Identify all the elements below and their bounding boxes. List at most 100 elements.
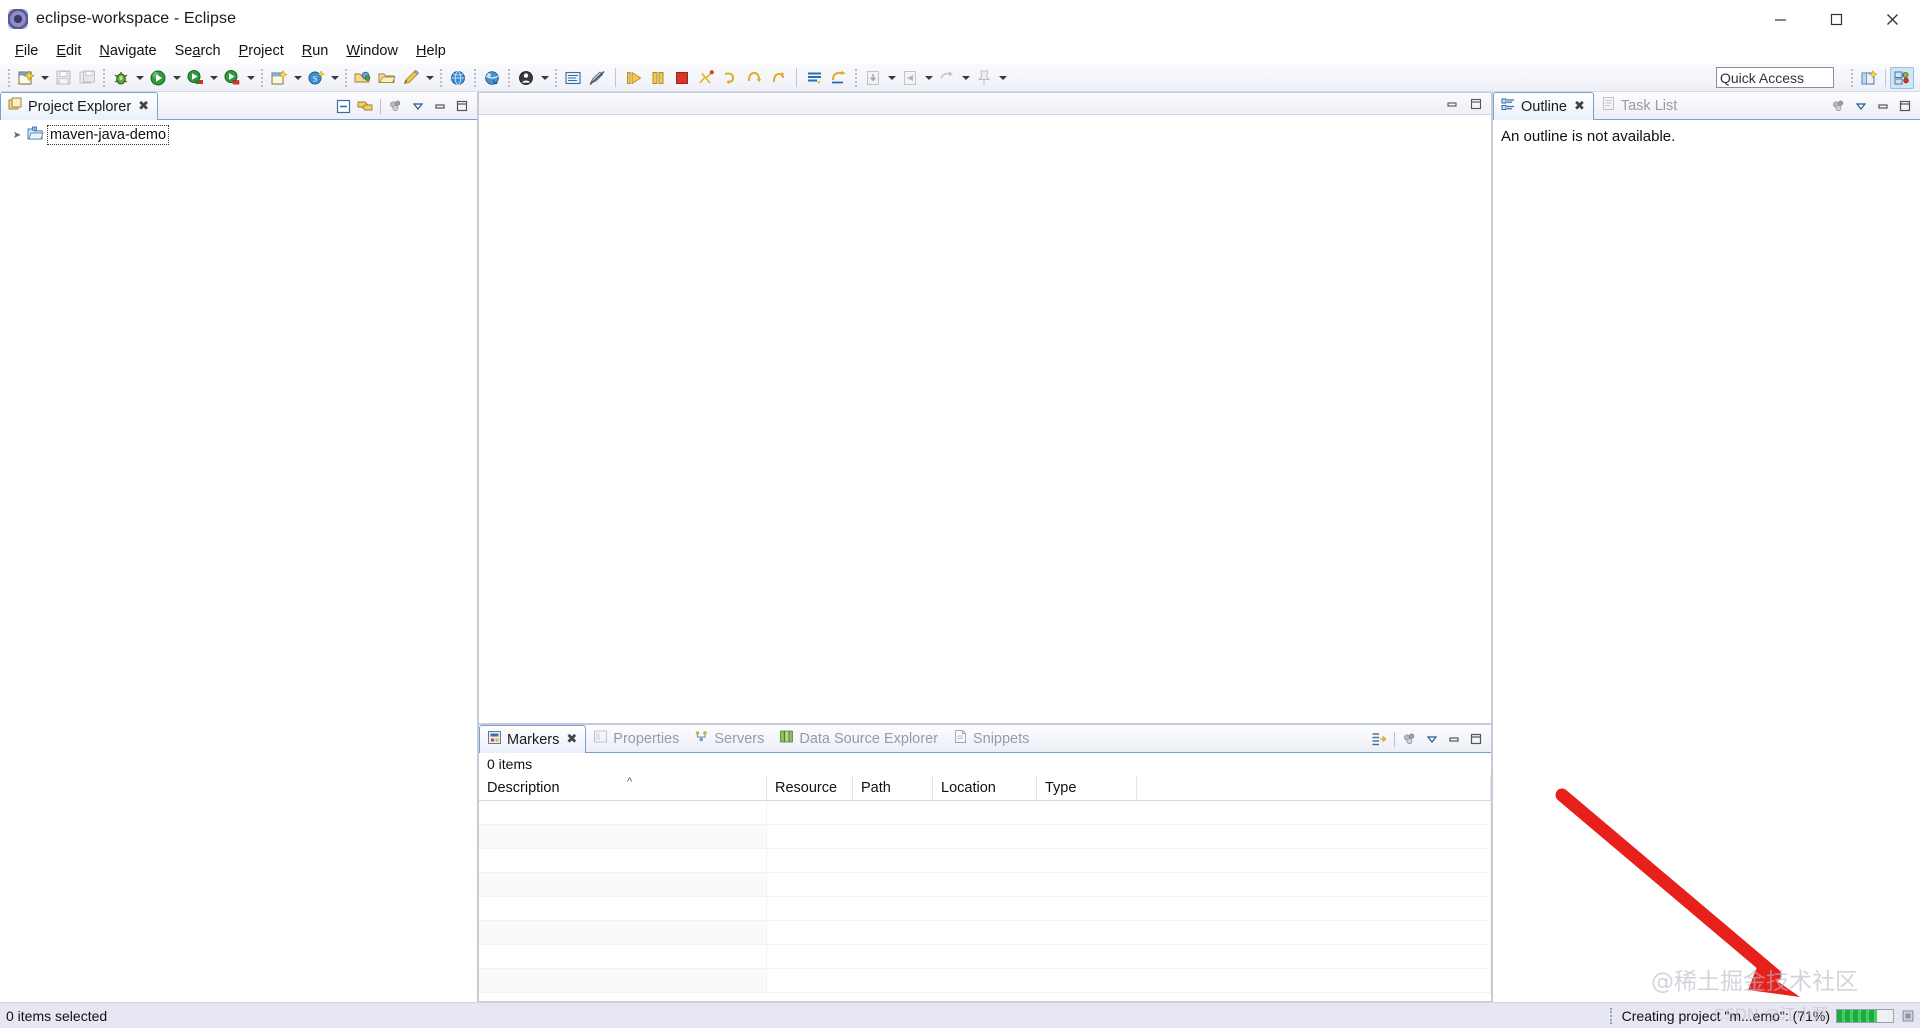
maximize-icon[interactable] [452,96,472,116]
last-edit-location-dropdown-icon[interactable] [885,66,898,90]
run-external-tools-dropdown-icon[interactable] [207,66,220,90]
view-menu-icon[interactable] [1400,729,1420,749]
save-icon[interactable] [51,66,75,90]
java-ee-perspective-icon[interactable] [1890,67,1914,89]
tab-task-list[interactable]: Task List [1594,92,1685,119]
menu-window[interactable]: Window [337,40,407,62]
disconnect-icon[interactable] [694,66,718,90]
tab-project-explorer[interactable]: Project Explorer ✖ [0,92,159,120]
new-wizard-icon[interactable] [14,66,38,90]
step-into-icon[interactable] [718,66,742,90]
run-external-tools-icon[interactable] [183,66,207,90]
menu-run[interactable]: Run [293,40,338,62]
debug-dropdown-icon[interactable] [133,66,146,90]
terminate-icon[interactable] [670,66,694,90]
maximize-icon[interactable] [1895,96,1915,116]
debug-icon[interactable] [109,66,133,90]
tree-item-maven-java-demo[interactable]: ➤ M maven-java-demo [4,124,477,146]
minimize-button[interactable] [1752,0,1808,38]
menu-navigate[interactable]: Navigate [90,40,165,62]
link-with-editor-icon[interactable] [355,96,375,116]
column-header-path[interactable]: Path [853,775,933,800]
table-row[interactable] [479,873,1491,897]
menu-edit[interactable]: Edit [47,40,90,62]
next-annotation-icon[interactable] [827,66,851,90]
forward-history-icon[interactable] [935,66,959,90]
markers-table-body[interactable] [479,801,1491,1001]
stop-job-icon[interactable] [1900,1008,1916,1024]
close-icon[interactable]: ✖ [1574,99,1585,114]
run-dropdown-icon[interactable] [170,66,183,90]
coverage-dropdown-icon[interactable] [244,66,257,90]
view-dropdown-icon[interactable] [1422,729,1442,749]
table-row[interactable] [479,969,1491,993]
previous-annotation-icon[interactable] [803,66,827,90]
back-history-icon[interactable] [898,66,922,90]
editor-canvas[interactable] [479,115,1491,723]
new-spring-icon[interactable]: S [304,66,328,90]
open-package-icon[interactable] [375,66,399,90]
maximize-icon[interactable] [1466,729,1486,749]
table-row[interactable] [479,801,1491,825]
column-header-description[interactable]: Description ^ [479,775,767,800]
close-icon[interactable]: ✖ [566,732,577,747]
tab-servers[interactable]: Servers [687,725,772,752]
maximize-icon[interactable] [1466,94,1486,114]
tab-properties[interactable]: Properties [586,725,687,752]
menu-search[interactable]: Search [166,40,230,62]
column-header-location[interactable]: Location [933,775,1037,800]
view-menu-icon[interactable] [386,96,406,116]
back-history-dropdown-icon[interactable] [922,66,935,90]
save-all-icon[interactable] [75,66,99,90]
view-dropdown-icon[interactable] [408,96,428,116]
open-perspective-icon[interactable] [1857,67,1881,89]
forward-history-dropdown-icon[interactable] [959,66,972,90]
chevron-right-icon[interactable]: ➤ [10,130,24,141]
tab-markers[interactable]: Markers ✖ [479,725,587,753]
edit-pencil-dropdown-icon[interactable] [423,66,436,90]
group-by-icon[interactable] [1369,729,1389,749]
table-row[interactable] [479,897,1491,921]
table-row[interactable] [479,945,1491,969]
close-button[interactable] [1864,0,1920,38]
menu-project[interactable]: Project [230,40,293,62]
step-return-icon[interactable] [766,66,790,90]
new-java-project-icon[interactable] [267,66,291,90]
minimize-icon[interactable] [430,96,450,116]
table-row[interactable] [479,849,1491,873]
close-icon[interactable]: ✖ [138,99,149,114]
new-java-project-dropdown-icon[interactable] [291,66,304,90]
new-wizard-dropdown-icon[interactable] [38,66,51,90]
toggle-mark-occurrences-icon[interactable] [585,66,609,90]
pin-editor-icon[interactable] [972,66,996,90]
terminal-icon[interactable] [561,66,585,90]
column-header-resource[interactable]: Resource [767,775,853,800]
new-spring-dropdown-icon[interactable] [328,66,341,90]
coverage-icon[interactable] [220,66,244,90]
column-header-type[interactable]: Type [1037,775,1137,800]
tab-data-source-explorer[interactable]: Data Source Explorer [772,725,946,752]
last-edit-location-icon[interactable] [861,66,885,90]
profile-dropdown-icon[interactable] [538,66,551,90]
table-row[interactable] [479,921,1491,945]
menu-file[interactable]: File [6,40,47,62]
view-menu-icon[interactable] [1829,96,1849,116]
collapse-all-icon[interactable] [333,96,353,116]
tab-snippets[interactable]: Snippets [946,725,1037,752]
quick-access-input[interactable] [1716,67,1834,88]
open-type-icon[interactable] [351,66,375,90]
run-icon[interactable] [146,66,170,90]
profile-icon[interactable] [514,66,538,90]
maximize-button[interactable] [1808,0,1864,38]
step-over-icon[interactable] [742,66,766,90]
menu-help[interactable]: Help [407,40,455,62]
minimize-icon[interactable] [1444,729,1464,749]
web-perspective-icon[interactable] [480,66,504,90]
edit-pencil-icon[interactable] [399,66,423,90]
resume-icon[interactable] [622,66,646,90]
open-browser-icon[interactable] [446,66,470,90]
suspend-icon[interactable] [646,66,670,90]
view-dropdown-icon[interactable] [1851,96,1871,116]
table-row[interactable] [479,825,1491,849]
minimize-icon[interactable] [1873,96,1893,116]
